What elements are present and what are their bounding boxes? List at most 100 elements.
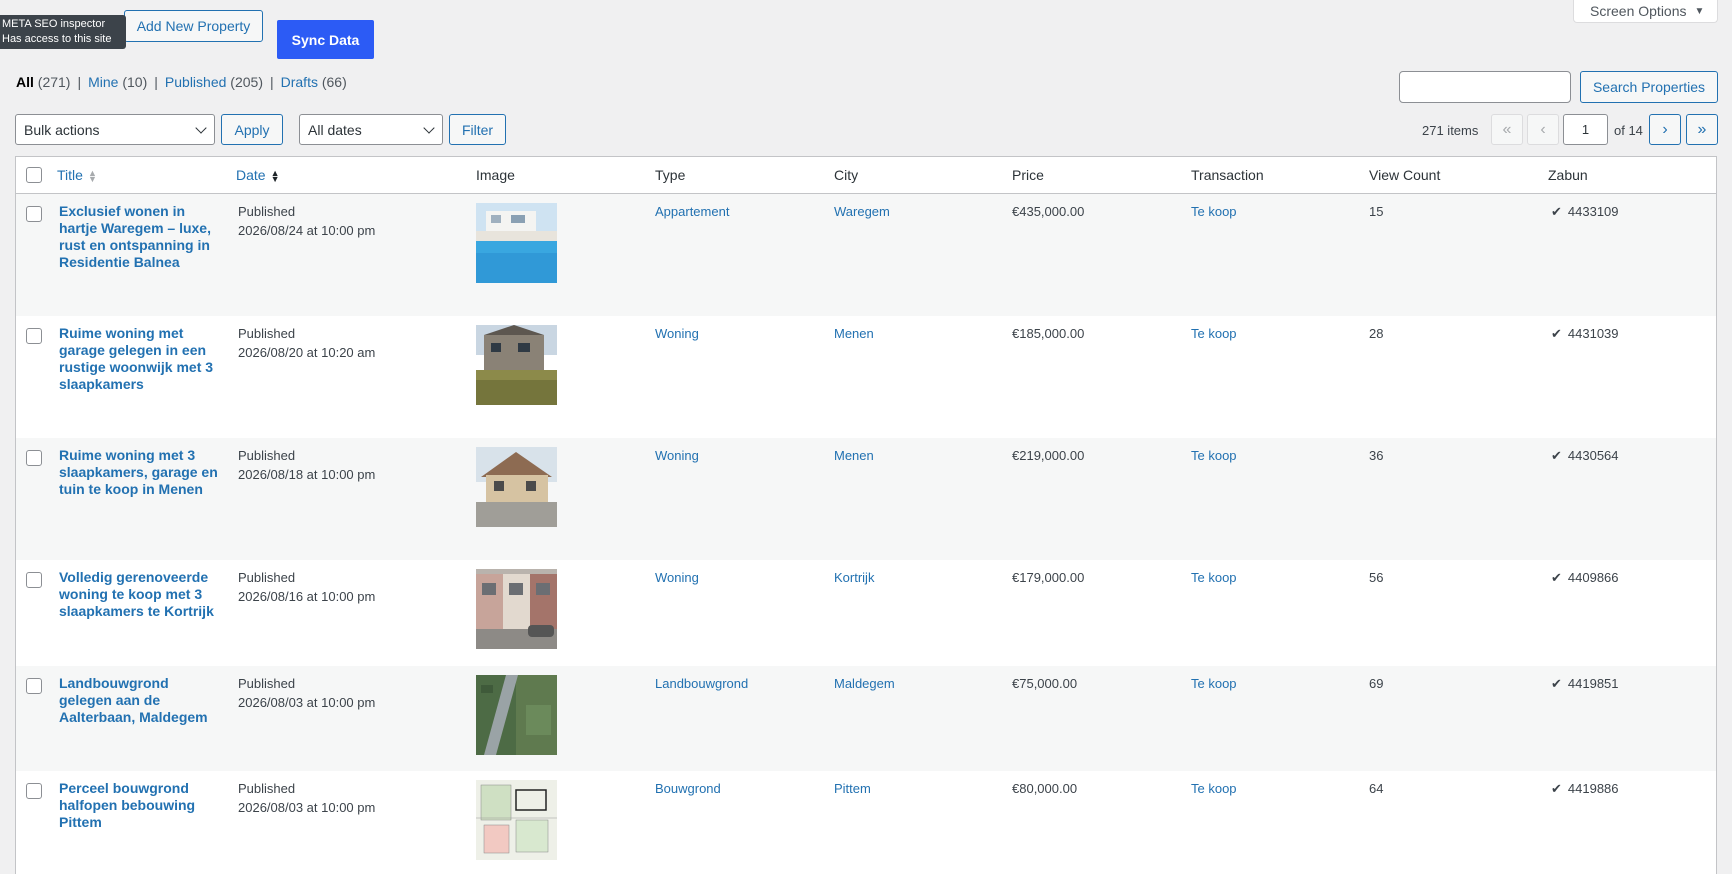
view-count-value: 69 — [1369, 676, 1384, 691]
date-cell: Published 2026/08/24 at 10:00 pm — [238, 204, 376, 238]
table-row: Exclusief wonen in hartje Waregem – luxe… — [16, 194, 1716, 316]
view-count-value: 28 — [1369, 326, 1384, 341]
table-row: Ruime woning met 3 slaapkamers, garage e… — [16, 438, 1716, 560]
table-row: Volledig gerenoveerde woning te koop met… — [16, 560, 1716, 666]
city-link[interactable]: Maldegem — [834, 674, 895, 693]
properties-table: Title ▲ ▼ Date ▲ ▼ Image Type City Price Tra… — [15, 156, 1717, 874]
row-checkbox[interactable] — [26, 572, 42, 588]
checkmark-icon: ✔ — [1551, 676, 1562, 691]
triangle-down-icon: ▼ — [1694, 5, 1705, 17]
price-value: €75,000.00 — [1012, 676, 1078, 691]
type-link[interactable]: Woning — [655, 446, 699, 465]
row-checkbox[interactable] — [26, 328, 42, 344]
row-checkbox[interactable] — [26, 206, 42, 222]
house-photo-icon[interactable] — [476, 325, 557, 405]
column-zabun: Zabun — [1548, 167, 1588, 183]
street-photo-icon[interactable] — [476, 569, 557, 649]
property-title-link[interactable]: Ruime woning met 3 slaapkamers, garage e… — [59, 447, 219, 498]
property-title-link[interactable]: Volledig gerenoveerde woning te koop met… — [59, 569, 219, 620]
date-cell: Published 2026/08/20 at 10:20 am — [238, 326, 376, 360]
city-link[interactable]: Kortrijk — [834, 568, 874, 587]
next-page-button[interactable]: › — [1649, 114, 1681, 145]
view-mine[interactable]: Mine (10) — [88, 74, 147, 90]
property-title-link[interactable]: Ruime woning met garage gelegen in een r… — [59, 325, 219, 393]
row-checkbox[interactable] — [26, 678, 42, 694]
date-cell: Published 2026/08/18 at 10:00 pm — [238, 448, 376, 482]
column-title[interactable]: Title ▲ ▼ — [57, 167, 97, 184]
status-views: All (271) | Mine (10) | Published (205) … — [16, 74, 347, 90]
checkmark-icon: ✔ — [1551, 570, 1562, 585]
view-separator: | — [77, 74, 82, 90]
city-link[interactable]: Waregem — [834, 202, 890, 221]
column-price: Price — [1012, 167, 1044, 183]
dates-select[interactable]: All dates — [299, 114, 443, 145]
house-photo-icon[interactable] — [476, 447, 557, 527]
search-properties-button[interactable]: Search Properties — [1580, 71, 1718, 103]
view-published[interactable]: Published (205) — [165, 74, 263, 90]
checkmark-icon: ✔ — [1551, 204, 1562, 219]
zabun-value: ✔ 4430564 — [1551, 448, 1619, 463]
zabun-value: ✔ 4409866 — [1551, 570, 1619, 585]
apply-button[interactable]: Apply — [221, 114, 283, 145]
column-view-count: View Count — [1369, 167, 1441, 183]
row-checkbox[interactable] — [26, 783, 42, 799]
tooltip-line-2: Has access to this site — [2, 33, 112, 45]
price-value: €80,000.00 — [1012, 781, 1078, 796]
view-all[interactable]: All (271) — [16, 74, 70, 90]
date-cell: Published 2026/08/16 at 10:00 pm — [238, 570, 376, 604]
chevron-down-icon — [195, 122, 207, 134]
type-link[interactable]: Woning — [655, 568, 699, 587]
date-cell: Published 2026/08/03 at 10:00 pm — [238, 676, 376, 710]
property-title-link[interactable]: Landbouwgrond gelegen aan de Aalterbaan,… — [59, 675, 219, 726]
property-title-link[interactable]: Perceel bouwgrond halfopen bebouwing Pit… — [59, 780, 219, 831]
price-value: €219,000.00 — [1012, 448, 1085, 463]
price-value: €179,000.00 — [1012, 570, 1085, 585]
search-input[interactable] — [1399, 71, 1571, 103]
transaction-link[interactable]: Te koop — [1191, 674, 1237, 693]
plan-map-icon[interactable] — [476, 780, 557, 860]
type-link[interactable]: Bouwgrond — [655, 779, 721, 798]
pool-photo-icon[interactable] — [476, 203, 557, 283]
prev-page-button[interactable]: ‹ — [1527, 114, 1559, 145]
first-page-button[interactable]: « — [1491, 114, 1523, 145]
table-row: Perceel bouwgrond halfopen bebouwing Pit… — [16, 771, 1716, 874]
zabun-value: ✔ 4419886 — [1551, 781, 1619, 796]
last-page-button[interactable]: » — [1686, 114, 1718, 145]
transaction-link[interactable]: Te koop — [1191, 202, 1237, 221]
add-new-property-button[interactable]: Add New Property — [124, 10, 263, 42]
view-drafts[interactable]: Drafts (66) — [281, 74, 347, 90]
transaction-link[interactable]: Te koop — [1191, 568, 1237, 587]
city-link[interactable]: Pittem — [834, 779, 871, 798]
sync-data-button[interactable]: Sync Data — [277, 20, 374, 59]
view-separator: | — [154, 74, 158, 90]
sort-desc-icon: ▲ ▼ — [270, 168, 280, 185]
bulk-actions-select[interactable]: Bulk actions — [15, 114, 215, 145]
zabun-value: ✔ 4419851 — [1551, 676, 1619, 691]
screen-options-button[interactable]: Screen Options ▼ — [1573, 0, 1718, 23]
view-count-value: 36 — [1369, 448, 1384, 463]
column-date[interactable]: Date ▲ ▼ — [236, 167, 280, 185]
type-link[interactable]: Landbouwgrond — [655, 674, 748, 693]
city-link[interactable]: Menen — [834, 446, 874, 465]
type-link[interactable]: Woning — [655, 324, 699, 343]
checkmark-icon: ✔ — [1551, 781, 1562, 796]
screen-options-label: Screen Options — [1590, 3, 1687, 19]
city-link[interactable]: Menen — [834, 324, 874, 343]
chevron-down-icon — [423, 122, 435, 134]
transaction-link[interactable]: Te koop — [1191, 324, 1237, 343]
view-count-value: 56 — [1369, 570, 1384, 585]
transaction-link[interactable]: Te koop — [1191, 446, 1237, 465]
tooltip-line-1: META SEO inspector — [2, 18, 106, 30]
filter-button[interactable]: Filter — [449, 114, 506, 145]
row-checkbox[interactable] — [26, 450, 42, 466]
view-count-value: 15 — [1369, 204, 1384, 219]
type-link[interactable]: Appartement — [655, 202, 729, 221]
price-value: €185,000.00 — [1012, 326, 1085, 341]
seo-inspector-tooltip: META SEO inspector Has access to this si… — [0, 15, 126, 49]
current-page-input[interactable]: 1 — [1563, 114, 1608, 145]
transaction-link[interactable]: Te koop — [1191, 779, 1237, 798]
aerial-photo-icon[interactable] — [476, 675, 557, 755]
column-type: Type — [655, 167, 686, 183]
select-all-checkbox[interactable] — [26, 167, 42, 183]
property-title-link[interactable]: Exclusief wonen in hartje Waregem – luxe… — [59, 203, 219, 271]
